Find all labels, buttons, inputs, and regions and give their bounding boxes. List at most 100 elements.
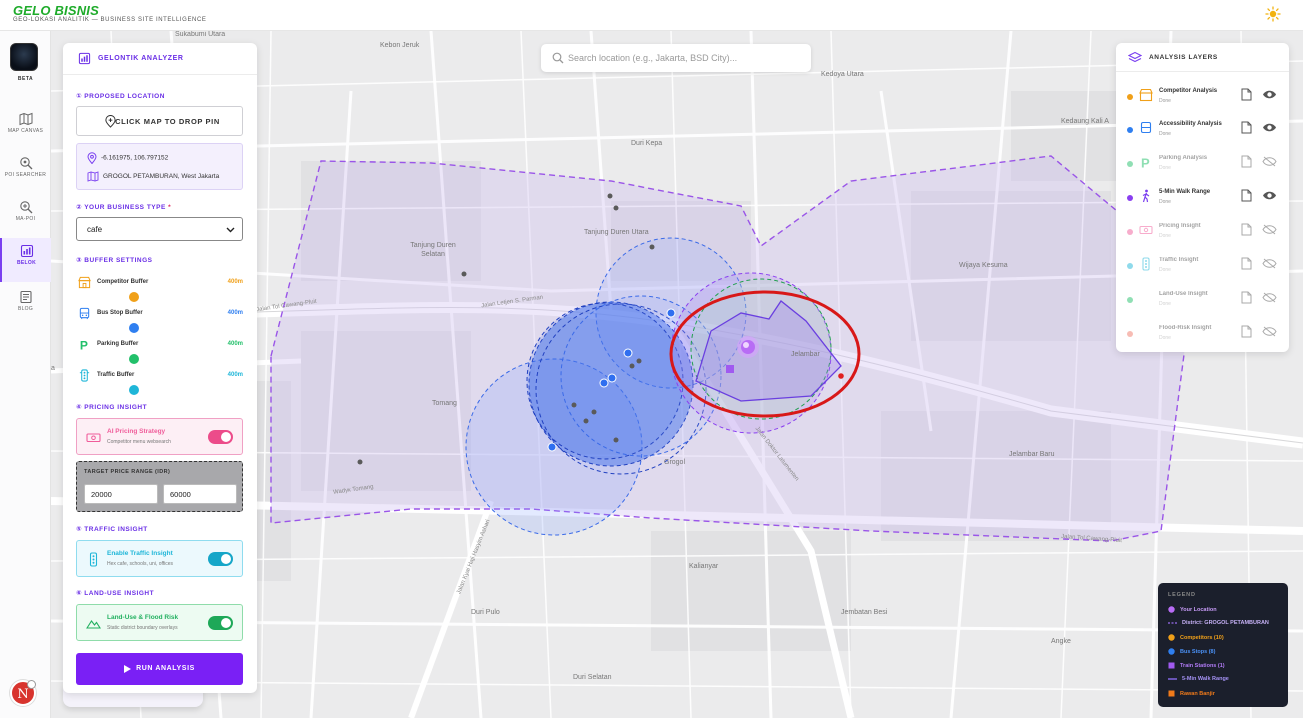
eye-off-icon[interactable] (1262, 156, 1277, 167)
layer-status-dot (1127, 331, 1133, 337)
legend-item: Competitors (10) (1168, 634, 1224, 641)
eye-icon[interactable] (1262, 122, 1277, 133)
layer-parking[interactable]: P Parking Analysis Done (1116, 149, 1289, 182)
traffic-insight-card: Enable Traffic Insight Hex cafe, schools… (76, 540, 243, 577)
legend-dot-icon (1168, 606, 1175, 613)
eye-off-icon[interactable] (1262, 258, 1277, 269)
land-use-card: Land-Use & Flood Risk Static district bo… (76, 604, 243, 641)
nav-belok[interactable]: BELOK (0, 238, 51, 282)
nav-map-canvas[interactable]: MAP CANVAS (0, 106, 51, 150)
map-label: Kalianyar (689, 563, 719, 570)
report-doc-icon[interactable] (1241, 325, 1252, 338)
layer-traffic[interactable]: Traffic Insight Done (1116, 251, 1289, 284)
run-analysis-button[interactable]: RUN ANALYSIS (76, 653, 243, 685)
section-business-type: ② YOUR BUSINESS TYPE * (76, 203, 171, 211)
layer-flood-risk[interactable]: Flood-Risk Insight Done (1116, 319, 1289, 352)
top-bar: GELO BISNIS GEO-LOKASI ANALITIK — BUSINE… (0, 0, 1303, 31)
layer-status: Done (1159, 165, 1171, 171)
location-pin-icon (87, 152, 97, 165)
layer-status: Done (1159, 199, 1171, 205)
layer-accessibility[interactable]: Accessibility Analysis Done (1116, 115, 1289, 148)
buffer-slider-handle[interactable] (129, 292, 139, 302)
theme-toggle-sun-icon[interactable] (1265, 6, 1281, 22)
layer-pricing[interactable]: Pricing Insight Done (1116, 217, 1289, 250)
layer-status-dot (1127, 127, 1133, 133)
report-doc-icon[interactable] (1241, 121, 1252, 134)
traffic-insight-toggle[interactable] (208, 552, 233, 566)
eye-off-icon[interactable] (1262, 326, 1277, 337)
map-icon (87, 171, 99, 182)
business-type-select[interactable]: cafe (76, 217, 243, 241)
layers-header: ANALYSIS LAYERS (1116, 43, 1289, 72)
layers-icon (1128, 51, 1142, 63)
layer-competitor[interactable]: Competitor Analysis Done (1116, 82, 1289, 115)
pricing-insight-toggle[interactable] (208, 430, 233, 444)
nav-blog[interactable]: BLOG (0, 284, 51, 328)
eye-off-icon[interactable] (1262, 292, 1277, 303)
legend-dot-icon (1168, 648, 1175, 655)
report-doc-icon[interactable] (1241, 155, 1252, 168)
traffic-light-icon (79, 369, 90, 382)
location-search[interactable]: Search location (e.g., Jakarta, BSD City… (541, 44, 811, 72)
buffer-name: Bus Stop Buffer (97, 310, 143, 316)
buffer-slider-handle[interactable] (129, 323, 139, 333)
layer-land-use[interactable]: Land-Use Insight Done (1116, 285, 1289, 318)
layer-name: 5-Min Walk Range (1159, 189, 1211, 195)
buffer-value: 400m (227, 372, 243, 378)
blog-icon (19, 290, 32, 304)
left-nav: BETA MAP CANVAS POI SEARCHER MA-POI BELO… (0, 31, 51, 718)
map-label: Wijaya Kesuma (959, 262, 1008, 269)
legend-item: 5-Min Walk Range (1168, 676, 1229, 682)
section-business-type-label: ② YOUR BUSINESS TYPE (76, 204, 166, 211)
legend-line-icon (1168, 677, 1177, 680)
walk-icon (1142, 189, 1150, 203)
layer-walk-range[interactable]: 5-Min Walk Range Done (1116, 183, 1289, 216)
map-label: a (51, 365, 55, 372)
user-avatar[interactable]: N (10, 680, 36, 706)
layer-name: Pricing Insight (1159, 223, 1201, 229)
district-row: GROGOL PETAMBURAN, West Jakarta (87, 171, 219, 182)
eye-off-icon[interactable] (1262, 224, 1277, 235)
pricing-toggle-title: AI Pricing Strategy (107, 428, 166, 435)
traffic-light-icon (89, 552, 98, 567)
buffer-name: Traffic Buffer (97, 372, 135, 378)
legend-label: Train Stations (1) (1180, 662, 1225, 669)
search-input[interactable]: Search location (e.g., Jakarta, BSD City… (568, 53, 737, 63)
price-max-input[interactable]: 60000 (163, 484, 237, 504)
map-label: Sukabumi Utara (175, 31, 226, 38)
svg-text:P: P (80, 339, 88, 351)
buffer-slider-handle[interactable] (129, 354, 139, 364)
legend-label: District: GROGOL PETAMBURAN (1182, 620, 1269, 626)
eye-icon[interactable] (1262, 89, 1277, 100)
app-logo[interactable] (10, 43, 38, 71)
land-use-toggle[interactable] (208, 616, 233, 630)
legend-item: District: GROGOL PETAMBURAN (1168, 620, 1269, 626)
eye-icon[interactable] (1262, 190, 1277, 201)
buffer-slider-handle[interactable] (129, 385, 139, 395)
report-doc-icon[interactable] (1241, 189, 1252, 202)
drop-pin-button[interactable]: CLICK MAP TO DROP PIN (76, 106, 243, 136)
report-doc-icon[interactable] (1241, 291, 1252, 304)
brand-logo[interactable]: GELO BISNIS (13, 3, 99, 18)
nav-poi-searcher[interactable]: POI SEARCHER (0, 150, 51, 194)
layer-name: Parking Analysis (1159, 155, 1208, 161)
layer-name: Flood-Risk Insight (1159, 325, 1212, 331)
buffer-value: 400m (227, 279, 243, 285)
traffic-toggle-subtitle: Hex cafe, schools, uni, offices (107, 561, 174, 567)
coordinates-row: -6.161975, 106.797152 (87, 152, 168, 165)
land-use-toggle-subtitle: Static district boundary overlays (107, 625, 178, 631)
legend-item: Rawan Banjir (1168, 690, 1215, 697)
bus-icon (79, 307, 90, 320)
report-doc-icon[interactable] (1241, 88, 1252, 101)
district-text: GROGOL PETAMBURAN, West Jakarta (103, 173, 220, 181)
nav-label: BLOG (17, 306, 34, 312)
legend-title: LEGEND (1168, 592, 1196, 598)
buffer-value: 400m (227, 310, 243, 316)
map-label: Duri Kepa (631, 140, 663, 147)
buffer-parking: P Parking Buffer 400m (78, 338, 245, 364)
report-doc-icon[interactable] (1241, 223, 1252, 236)
legend-square-icon (1168, 662, 1175, 669)
nav-ma-poi[interactable]: MA-POI (0, 194, 51, 238)
report-doc-icon[interactable] (1241, 257, 1252, 270)
price-min-input[interactable]: 20000 (84, 484, 158, 504)
